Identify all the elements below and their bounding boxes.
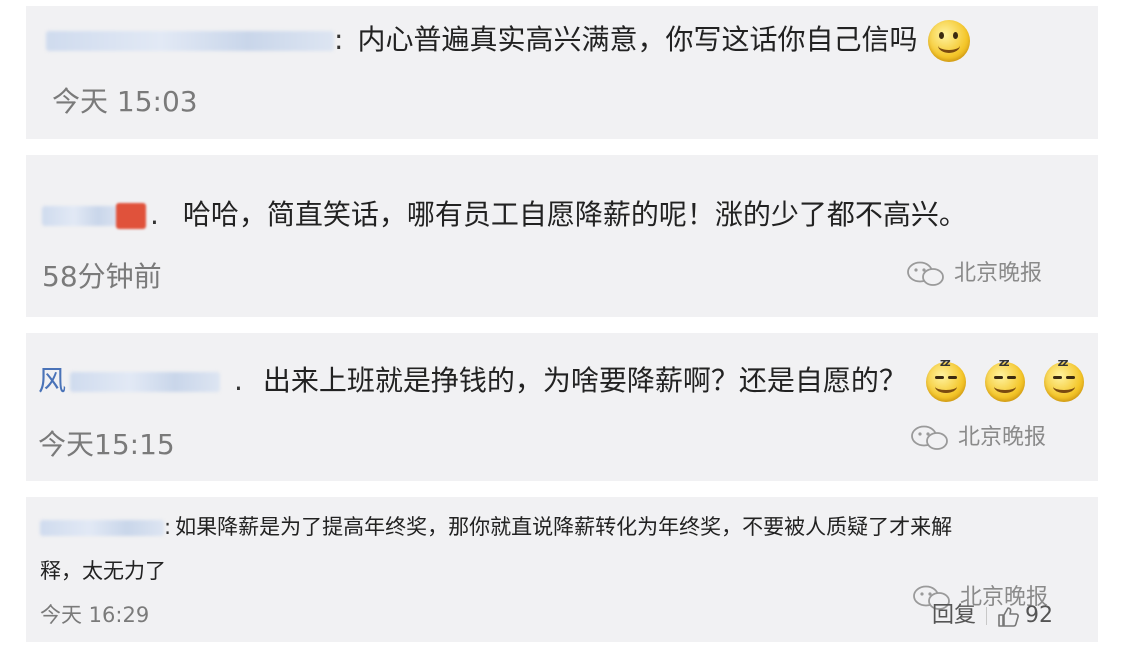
username-separator: . [150,198,159,231]
comment-card: 风. 出来上班就是挣钱的，为啥要降薪啊？还是自愿的？ zz zz zz 今天15:… [26,333,1098,481]
comment-body: : 内心普遍真实高兴满意，你写这话你自己信吗 [46,18,971,62]
comment-time: 今天15:15 [38,428,175,461]
comment-time: 58分钟前 [42,260,162,293]
comment-text: 如果降薪是为了提高年终奖，那你就直说降薪转化为年终奖，不要被人质疑了才来解 [175,515,953,539]
like-count: 92 [1025,603,1054,628]
sleepy-emoji-icon: zz [925,356,966,402]
watermark: 北京晚报 [906,255,1042,288]
username-blurred[interactable] [40,520,164,536]
thumbs-up-icon [998,606,1019,627]
reply-button[interactable]: 回复 [932,603,976,628]
watermark: 北京晚报 [910,419,1046,452]
comment-body: 风. 出来上班就是挣钱的，为啥要降薪啊？还是自愿的？ zz zz zz [38,356,1084,402]
username-separator: : [164,515,172,539]
user-badge-icon [116,203,146,229]
comment-body: : 如果降薪是为了提高年终奖，那你就直说降薪转化为年终奖，不要被人质疑了才来解 [40,511,952,541]
watermark-text: 北京晚报 [958,425,1047,450]
username-separator: . [234,364,243,397]
sleepy-emoji-icon: zz [1043,356,1084,402]
username-separator: : [334,23,344,56]
wechat-icon [906,260,946,288]
like-button[interactable] [997,604,1021,629]
comment-card: : 内心普遍真实高兴满意，你写这话你自己信吗 今天 15:03 [26,6,1098,139]
comment-card: . 哈哈，简直笑话，哪有员工自愿降薪的呢！涨的少了都不高兴。 58分钟前 北京晚报 [26,155,1098,317]
action-divider [986,607,988,625]
smile-emoji-icon [928,20,971,62]
comment-text: 内心普遍真实高兴满意，你写这话你自己信吗 [357,23,918,56]
username-blurred[interactable] [42,206,122,226]
username-blurred[interactable] [70,372,221,392]
comment-text: 出来上班就是挣钱的，为啥要降薪啊？还是自愿的？ [262,364,907,397]
username-prefix[interactable]: 风 [38,364,66,397]
comment-text-continued: 释，太无力了 [40,559,166,583]
comment-actions: 回复 92 [932,597,1053,629]
username-blurred[interactable] [46,31,334,51]
comment-card: : 如果降薪是为了提高年终奖，那你就直说降薪转化为年终奖，不要被人质疑了才来解 释… [26,497,1098,642]
comment-text: 哈哈，简直笑话，哪有员工自愿降薪的呢！涨的少了都不高兴。 [182,198,967,231]
wechat-icon [910,424,950,452]
comment-body: . 哈哈，简直笑话，哪有员工自愿降薪的呢！涨的少了都不高兴。 [42,193,967,233]
watermark-text: 北京晚报 [954,261,1043,286]
comment-time: 今天 15:03 [52,85,198,118]
sleepy-emoji-icon: zz [984,356,1025,402]
comment-time: 今天 16:29 [40,603,150,627]
